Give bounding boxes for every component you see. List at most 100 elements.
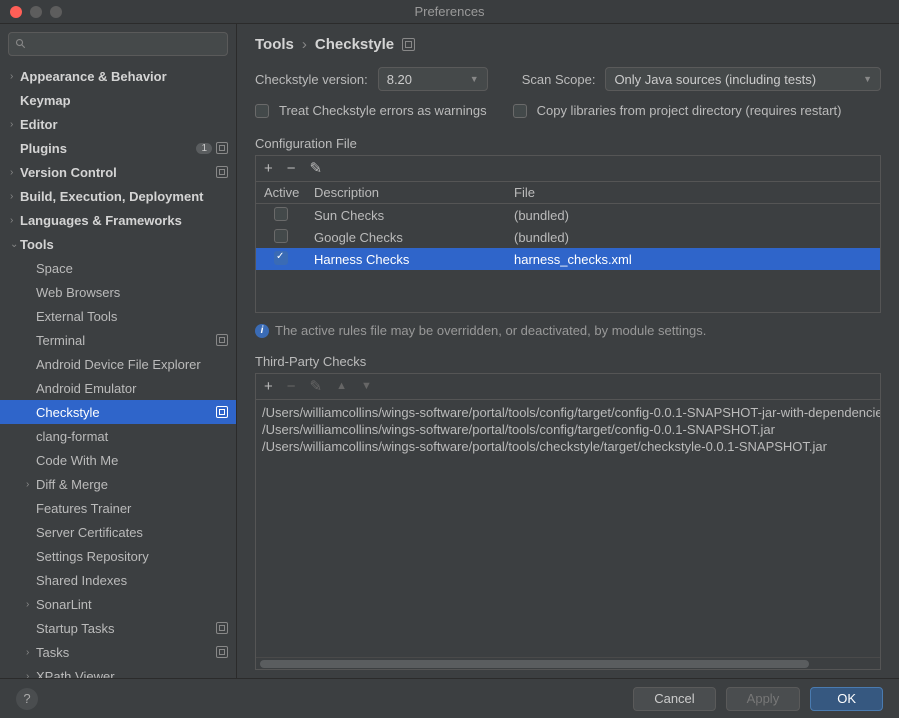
sidebar-item[interactable]: ›Languages & Frameworks: [0, 208, 236, 232]
file-cell: (bundled): [506, 230, 880, 245]
sidebar-item-label: clang-format: [36, 429, 228, 444]
sidebar-item-label: Shared Indexes: [36, 573, 228, 588]
copylibs-checkbox[interactable]: [513, 104, 527, 118]
search-input[interactable]: [8, 32, 228, 56]
sidebar-item-label: Android Device File Explorer: [36, 357, 228, 372]
help-button[interactable]: ?: [16, 688, 38, 710]
table-header: Active Description File: [256, 182, 880, 204]
move-up-button: ▲: [336, 381, 347, 392]
sidebar-item[interactable]: Android Emulator: [0, 376, 236, 400]
chevron-down-icon: ▼: [470, 74, 479, 84]
gear-icon[interactable]: [402, 38, 415, 51]
sidebar-item-label: XPath Viewer: [36, 669, 228, 679]
add-button[interactable]: +: [264, 379, 273, 394]
sidebar-item-label: Checkstyle: [36, 405, 216, 420]
list-item[interactable]: /Users/williamcollins/wings-software/por…: [256, 421, 880, 438]
sidebar-item[interactable]: Plugins1: [0, 136, 236, 160]
sidebar-item[interactable]: ›Build, Execution, Deployment: [0, 184, 236, 208]
gear-icon: [216, 622, 228, 634]
expand-arrow-icon: ›: [10, 167, 20, 178]
thirdparty-toolbar: + − ✎ ▲ ▼: [256, 374, 880, 400]
sidebar-item[interactable]: ›Tasks: [0, 640, 236, 664]
config-file-title: Configuration File: [255, 136, 881, 151]
table-row[interactable]: Harness Checksharness_checks.xml: [256, 248, 880, 270]
sidebar-item[interactable]: Features Trainer: [0, 496, 236, 520]
sidebar-item[interactable]: ›Diff & Merge: [0, 472, 236, 496]
sidebar-item-label: Features Trainer: [36, 501, 228, 516]
table-row[interactable]: Google Checks(bundled): [256, 226, 880, 248]
expand-arrow-icon: ›: [10, 215, 20, 226]
sidebar-item[interactable]: ›XPath Viewer: [0, 664, 236, 678]
expand-arrow-icon: ›: [10, 119, 20, 130]
edit-button[interactable]: ✎: [310, 161, 323, 176]
sidebar-item-label: Tools: [20, 237, 228, 252]
sidebar-item[interactable]: Code With Me: [0, 448, 236, 472]
sidebar-item[interactable]: clang-format: [0, 424, 236, 448]
edit-button: ✎: [310, 379, 323, 394]
scope-label: Scan Scope:: [522, 72, 596, 87]
sidebar-item-label: Languages & Frameworks: [20, 213, 228, 228]
sidebar-item[interactable]: Shared Indexes: [0, 568, 236, 592]
active-checkbox[interactable]: [274, 229, 288, 243]
gear-icon: [216, 646, 228, 658]
sidebar-item[interactable]: External Tools: [0, 304, 236, 328]
sidebar-item[interactable]: ›Version Control: [0, 160, 236, 184]
sidebar-item[interactable]: Android Device File Explorer: [0, 352, 236, 376]
sidebar-item-label: SonarLint: [36, 597, 228, 612]
version-label: Checkstyle version:: [255, 72, 368, 87]
chevron-down-icon: ▼: [863, 74, 872, 84]
horizontal-scrollbar[interactable]: [256, 657, 880, 669]
update-badge: 1: [196, 143, 212, 154]
apply-button[interactable]: Apply: [726, 687, 801, 711]
sidebar-item-label: Editor: [20, 117, 228, 132]
active-checkbox[interactable]: [274, 207, 288, 221]
titlebar: Preferences: [0, 0, 899, 24]
version-select[interactable]: 8.20 ▼: [378, 67, 488, 91]
sidebar-item-label: External Tools: [36, 309, 228, 324]
sidebar-item-label: Appearance & Behavior: [20, 69, 228, 84]
sidebar-item[interactable]: Web Browsers: [0, 280, 236, 304]
table-row[interactable]: Sun Checks(bundled): [256, 204, 880, 226]
sidebar-item[interactable]: ›Appearance & Behavior: [0, 64, 236, 88]
sidebar-item[interactable]: Keymap: [0, 88, 236, 112]
remove-button: −: [287, 379, 296, 394]
ok-button[interactable]: OK: [810, 687, 883, 711]
add-button[interactable]: +: [264, 161, 273, 176]
active-checkbox[interactable]: [274, 251, 288, 265]
remove-button[interactable]: −: [287, 161, 296, 176]
config-toolbar: + − ✎: [255, 155, 881, 181]
sidebar-item-label: Diff & Merge: [36, 477, 228, 492]
breadcrumb-leaf: Checkstyle: [315, 36, 394, 53]
gear-icon: [216, 142, 228, 154]
scope-select[interactable]: Only Java sources (including tests) ▼: [605, 67, 881, 91]
sidebar-item[interactable]: Space: [0, 256, 236, 280]
expand-arrow-icon: ›: [26, 647, 36, 658]
list-item[interactable]: /Users/williamcollins/wings-software/por…: [256, 404, 880, 421]
sidebar: ›Appearance & BehaviorKeymap›EditorPlugi…: [0, 24, 237, 678]
breadcrumb-root: Tools: [255, 36, 294, 53]
config-table: Active Description File Sun Checks(bundl…: [255, 181, 881, 313]
content-panel: Tools › Checkstyle Checkstyle version: 8…: [237, 24, 899, 678]
sidebar-item[interactable]: Terminal: [0, 328, 236, 352]
sidebar-item-label: Server Certificates: [36, 525, 228, 540]
info-icon: i: [255, 324, 269, 338]
sidebar-item[interactable]: ›SonarLint: [0, 592, 236, 616]
sidebar-item[interactable]: Startup Tasks: [0, 616, 236, 640]
sidebar-item[interactable]: Server Certificates: [0, 520, 236, 544]
sidebar-item[interactable]: Checkstyle: [0, 400, 236, 424]
file-cell: harness_checks.xml: [506, 252, 880, 267]
sidebar-item-label: Android Emulator: [36, 381, 228, 396]
copylibs-label: Copy libraries from project directory (r…: [537, 103, 842, 118]
sidebar-item[interactable]: ›Editor: [0, 112, 236, 136]
sidebar-item-label: Keymap: [20, 93, 228, 108]
settings-tree: ›Appearance & BehaviorKeymap›EditorPlugi…: [0, 64, 236, 678]
expand-arrow-icon: ›: [26, 479, 36, 490]
cancel-button[interactable]: Cancel: [633, 687, 715, 711]
thirdparty-list: + − ✎ ▲ ▼ /Users/williamcollins/wings-so…: [255, 373, 881, 670]
list-item[interactable]: /Users/williamcollins/wings-software/por…: [256, 438, 880, 455]
expand-arrow-icon: ›: [26, 671, 36, 679]
warnings-checkbox[interactable]: [255, 104, 269, 118]
sidebar-item[interactable]: ⌄Tools: [0, 232, 236, 256]
file-cell: (bundled): [506, 208, 880, 223]
sidebar-item[interactable]: Settings Repository: [0, 544, 236, 568]
